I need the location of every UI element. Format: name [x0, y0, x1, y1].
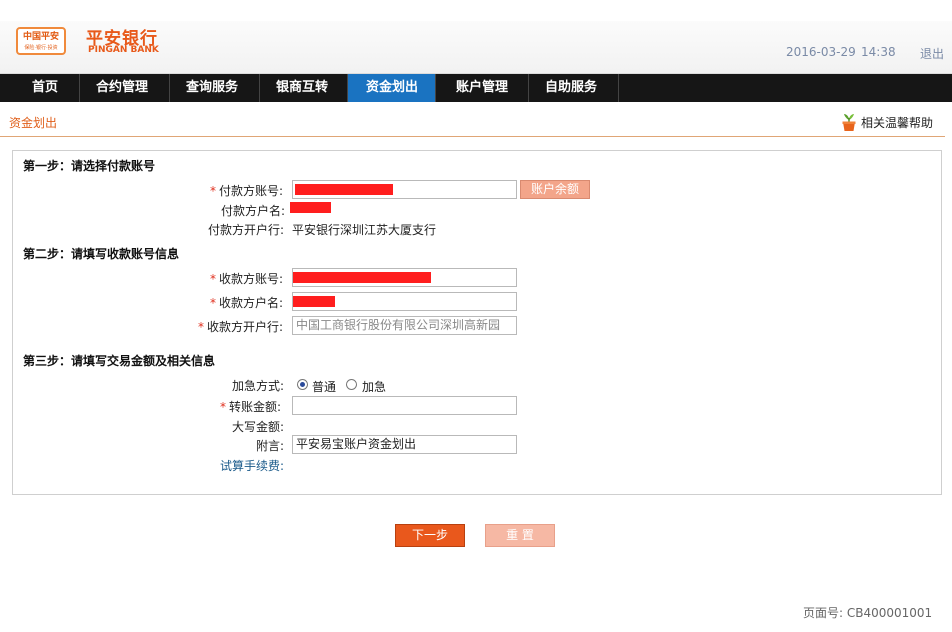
- nav-item-query[interactable]: 查询服务: [170, 74, 260, 102]
- urgency-label: 加急方式:: [232, 379, 285, 393]
- main-nav: 首页 合约管理 查询服务 银商互转 资金划出 账户管理 自助服务: [0, 74, 952, 102]
- nav-item-home[interactable]: 首页: [0, 74, 80, 102]
- help-label: 相关温馨帮助: [861, 115, 934, 130]
- redaction-mark: [295, 184, 393, 195]
- required-mark: *: [220, 400, 226, 414]
- amount-label: * 转账金额:: [220, 398, 281, 415]
- urgency-normal-radio[interactable]: [297, 379, 308, 390]
- payer-account-label-text: 付款方账号:: [219, 184, 284, 198]
- nav-item-fund-transfer-out[interactable]: 资金划出: [348, 74, 436, 102]
- breadcrumb: 资金划出: [9, 116, 58, 130]
- payer-account-label: * 付款方账号:: [210, 182, 283, 199]
- urgency-normal-label[interactable]: 普通: [312, 378, 336, 395]
- payer-bank-value: 平安银行深圳江苏大厦支行: [292, 223, 437, 237]
- urgency-express-radio[interactable]: [346, 379, 357, 390]
- payer-bank-label: 付款方开户行:: [208, 223, 285, 237]
- required-mark: *: [210, 296, 216, 310]
- nav-item-account[interactable]: 账户管理: [436, 74, 529, 102]
- payee-name-input[interactable]: [292, 292, 517, 311]
- breadcrumb-bar: 资金划出 相关温馨帮助: [0, 108, 945, 137]
- payee-name-label-text: 收款方户名:: [219, 296, 284, 310]
- amount-uppercase-label: 大写金额:: [232, 420, 285, 434]
- logout-link[interactable]: 退出: [920, 45, 944, 62]
- logo-badge-text: 中国平安: [22, 32, 59, 42]
- reset-button[interactable]: 重 置: [485, 524, 555, 547]
- payee-bank-label-text: 收款方开户行:: [207, 320, 284, 334]
- page-number: 页面号: CB400001001: [803, 606, 933, 620]
- payee-account-label-text: 收款方账号:: [219, 272, 284, 286]
- step2-title: 第二步：请填写收款账号信息: [23, 247, 180, 261]
- header: 中国平安 保险·银行·投资 平安银行 PINGAN BANK 2016-03-2…: [0, 21, 952, 74]
- nav-item-self-service[interactable]: 自助服务: [529, 74, 619, 102]
- payer-account-select[interactable]: [292, 180, 517, 199]
- redaction-mark: [293, 272, 431, 283]
- required-mark: *: [210, 272, 216, 286]
- payer-name-redacted: [290, 202, 331, 213]
- help-link[interactable]: 相关温馨帮助: [841, 112, 933, 132]
- logo-badge-sub: 保险·银行·投资: [24, 45, 58, 51]
- current-date: 2016-03-29: [786, 45, 856, 59]
- step1-title: 第一步：请选择付款账号: [23, 159, 156, 173]
- next-step-button[interactable]: 下一步: [395, 524, 465, 547]
- step3-title: 第三步：请填写交易金额及相关信息: [23, 354, 216, 368]
- calculate-fee-link[interactable]: 试算手续费:: [220, 457, 284, 474]
- pingan-logo: 中国平安 保险·银行·投资: [16, 27, 66, 55]
- payee-name-label: * 收款方户名:: [210, 294, 283, 311]
- brand-name-en: PINGAN BANK: [88, 45, 159, 55]
- plant-pot-icon: [842, 114, 856, 131]
- note-input[interactable]: 平安易宝账户资金划出: [292, 435, 517, 454]
- amount-label-text: 转账金额:: [229, 400, 282, 414]
- current-time: 14:38: [861, 45, 896, 59]
- nav-item-bank-securities[interactable]: 银商互转: [260, 74, 348, 102]
- top-strip: [0, 0, 952, 21]
- payee-account-label: * 收款方账号:: [210, 270, 283, 287]
- required-mark: *: [210, 184, 216, 198]
- urgency-express-label[interactable]: 加急: [362, 378, 386, 395]
- required-mark: *: [198, 320, 204, 334]
- payee-bank-input[interactable]: 中国工商银行股份有限公司深圳高新园: [292, 316, 517, 335]
- payee-bank-label: * 收款方开户行:: [198, 318, 283, 335]
- account-balance-button[interactable]: 账户余额: [520, 180, 590, 199]
- note-label: 附言:: [256, 439, 285, 453]
- transfer-amount-input[interactable]: [292, 396, 517, 415]
- nav-item-contract[interactable]: 合约管理: [80, 74, 170, 102]
- payer-name-label: 付款方户名:: [221, 204, 286, 218]
- payee-account-input[interactable]: [292, 268, 517, 287]
- redaction-mark: [293, 296, 335, 307]
